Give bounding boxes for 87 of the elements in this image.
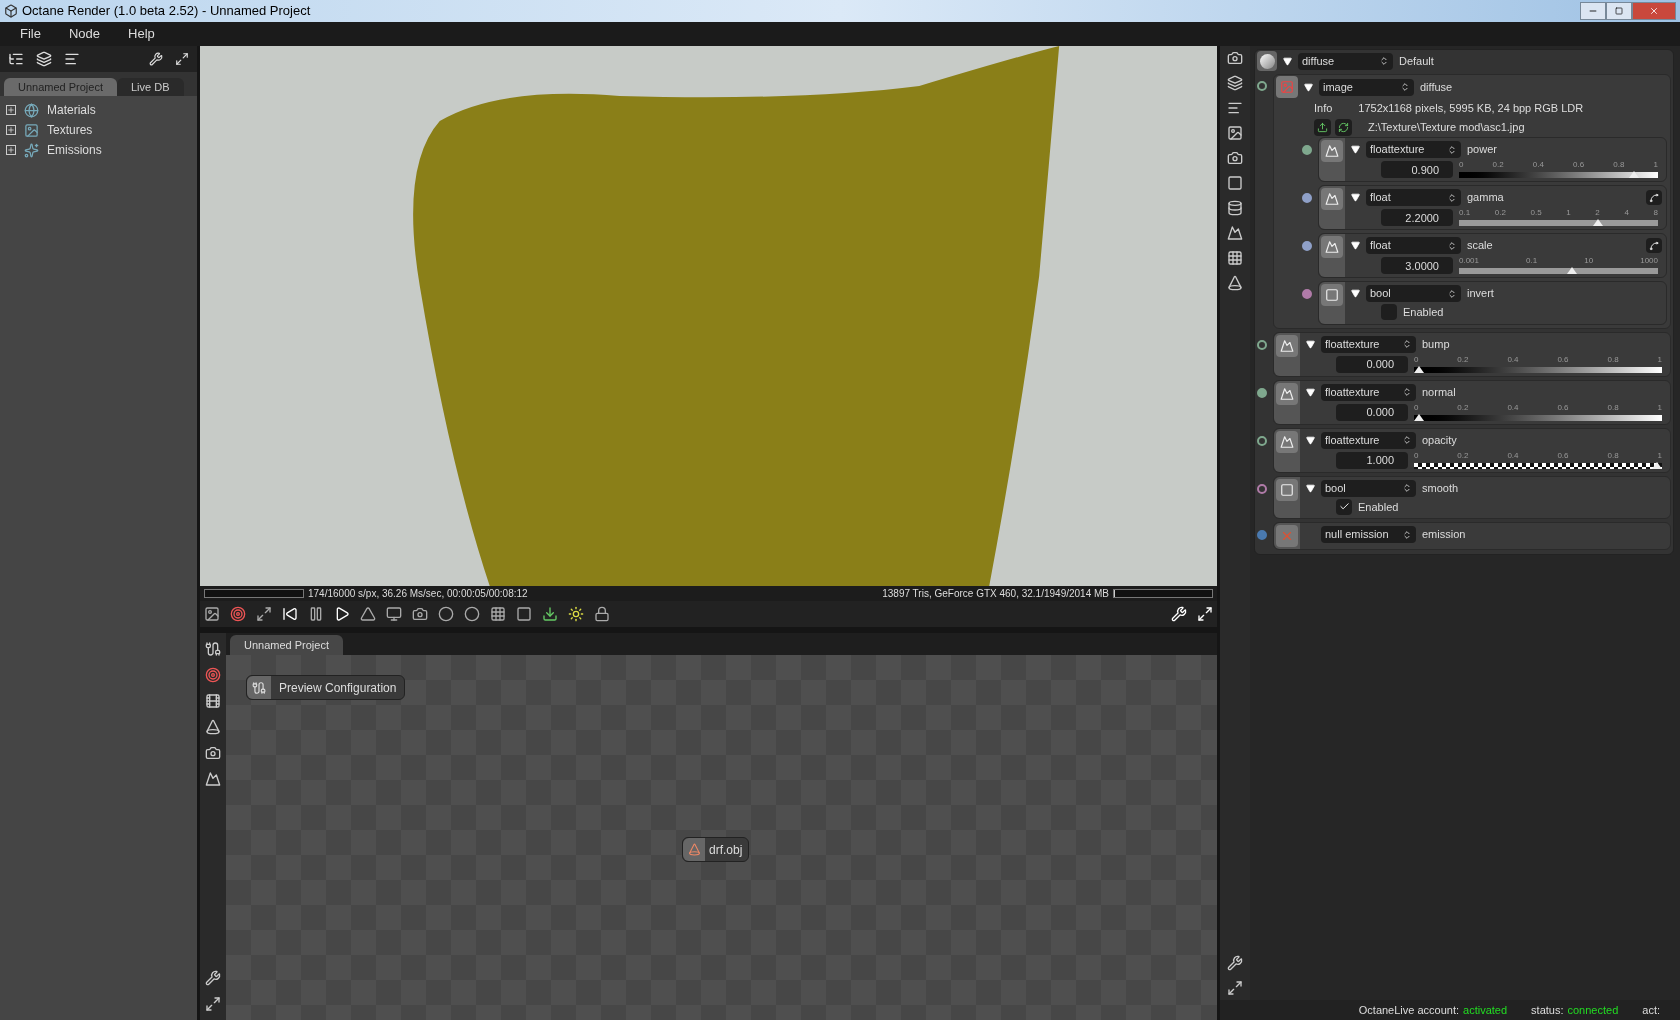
tick-label: 0 [1414, 402, 1419, 413]
tick-label: 1 [1566, 208, 1571, 218]
tick-label: 0.2 [1457, 402, 1469, 413]
tick-label: 0.001 [1459, 256, 1480, 266]
value-field[interactable]: 0.900 [1381, 161, 1453, 178]
value-field[interactable]: 2.2000 [1381, 209, 1453, 226]
tick-label: 0.6 [1557, 450, 1569, 461]
tick-label: 4 [1624, 208, 1629, 218]
tick-label: 0.5 [1530, 208, 1542, 218]
tab[interactable]: Unnamed Project [230, 635, 343, 655]
type-dropdown[interactable]: null emission [1321, 526, 1416, 543]
parameter-name: gamma [1467, 190, 1505, 206]
tick-label: 10 [1584, 256, 1594, 266]
value-field[interactable]: 1.000 [1336, 451, 1408, 469]
tick-label: 1000 [1640, 256, 1658, 266]
tick-label: 0.8 [1613, 160, 1625, 170]
tick-label: 0.4 [1507, 402, 1519, 413]
tab[interactable]: Live DB [117, 78, 184, 96]
material-name: Default [1399, 53, 1434, 69]
tick-label: 1 [1657, 402, 1662, 413]
parameter-name: invert [1467, 286, 1495, 302]
parameter-name: opacity [1422, 432, 1458, 448]
texture-name: diffuse [1420, 79, 1453, 95]
node-graph-canvas[interactable]: Preview Configuration drf.obj [226, 655, 1217, 1020]
file-path: Z:\Texture\Texture mod\asc1.jpg [1368, 119, 1525, 135]
value-field[interactable]: 0.000 [1336, 355, 1408, 373]
menu-item[interactable]: Help [116, 24, 167, 44]
tick-label: 0.2 [1492, 160, 1504, 170]
menu-item[interactable]: File [8, 24, 53, 44]
info-label: Info [1314, 100, 1333, 116]
scene-info: 13897 Tris, GeForce GTX 460, 32.1/1949/2014 MB [882, 587, 1109, 601]
tick-label: 0.8 [1607, 402, 1619, 413]
type-dropdown[interactable]: floattexture [1366, 141, 1461, 158]
type-dropdown[interactable]: float [1366, 189, 1461, 206]
tick-label: 0.4 [1532, 160, 1544, 170]
tick-label: 0.2 [1457, 354, 1469, 365]
menu-item[interactable]: Node [56, 24, 113, 44]
account-label: OctaneLive account: [1358, 1002, 1460, 1018]
parameter-name: scale [1467, 238, 1494, 254]
render-stats: 174/16000 s/px, 36.26 Ms/sec, 00:00:05/00:08:12 [308, 587, 529, 601]
tick-label: 0 [1459, 160, 1464, 170]
type-dropdown[interactable]: image [1319, 78, 1414, 96]
tick-label: 1 [1653, 160, 1658, 170]
type-dropdown[interactable]: float [1366, 237, 1461, 254]
type-dropdown[interactable]: floattexture [1321, 383, 1416, 401]
parameter-name: smooth [1422, 480, 1460, 496]
tree-item[interactable]: Materials [47, 101, 96, 119]
tick-label: 0.8 [1607, 354, 1619, 365]
parameter-name: emission [1422, 527, 1467, 543]
type-dropdown[interactable]: floattexture [1321, 335, 1416, 353]
value-field[interactable]: 3.0000 [1381, 257, 1453, 274]
tick-label: 0.6 [1557, 354, 1569, 365]
tick-label: 0.4 [1507, 450, 1519, 461]
type-dropdown[interactable]: diffuse [1298, 52, 1393, 70]
tree-item[interactable]: Textures [47, 121, 93, 139]
tick-label: 8 [1653, 208, 1658, 218]
tick-label: 0.4 [1507, 354, 1519, 365]
tree-item[interactable]: Emissions [47, 141, 102, 159]
parameter-name: bump [1422, 336, 1451, 352]
type-dropdown[interactable]: floattexture [1321, 431, 1416, 449]
parameter-name: normal [1422, 384, 1457, 400]
tick-label: 0.1 [1459, 208, 1471, 218]
checkbox-label: Enabled [1403, 305, 1444, 320]
account-state: activated [1463, 1002, 1508, 1018]
graph-node[interactable]: Preview Configuration [246, 675, 406, 700]
parameter-name: power [1467, 142, 1498, 158]
tick-label: 0.2 [1457, 450, 1469, 461]
checkbox-label: Enabled [1358, 499, 1399, 515]
image-info: 1752x1168 pixels, 5995 KB, 24 bpp RGB LDR [1358, 100, 1584, 116]
tick-label: 0.6 [1557, 402, 1569, 413]
tick-label: 1 [1657, 354, 1662, 365]
tick-label: 0.1 [1526, 256, 1538, 266]
tick-label: 0 [1414, 354, 1419, 365]
tick-label: 0 [1414, 450, 1419, 461]
tick-label: 0.6 [1573, 160, 1585, 170]
tick-label: 0.8 [1607, 450, 1619, 461]
status-label: status: [1531, 1002, 1564, 1018]
connection-state: connected [1567, 1002, 1619, 1018]
type-dropdown[interactable]: bool [1321, 479, 1416, 497]
tick-label: 1 [1657, 450, 1662, 461]
window-title: Octane Render (1.0 beta 2.52) - Unnamed Project [22, 2, 312, 21]
type-dropdown[interactable]: bool [1366, 285, 1461, 302]
value-field[interactable]: 0.000 [1336, 403, 1408, 421]
act-label: act: [1642, 1002, 1660, 1018]
graph-node[interactable]: drf.obj [682, 837, 750, 862]
tick-label: 0.2 [1494, 208, 1506, 218]
tick-label: 2 [1595, 208, 1600, 218]
